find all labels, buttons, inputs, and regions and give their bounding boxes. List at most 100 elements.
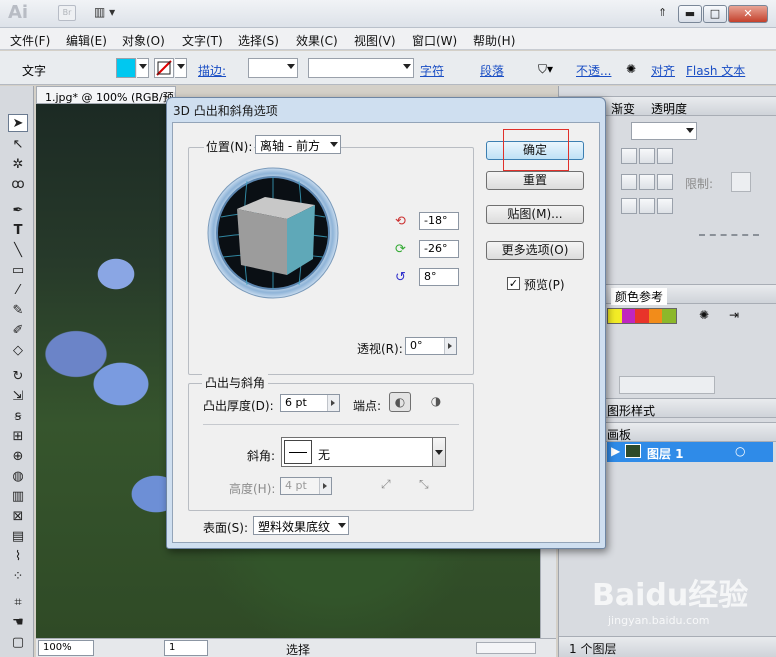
menu-effect[interactable]: 效果(C) (296, 32, 338, 49)
depth-field[interactable]: 6 pt (280, 394, 340, 412)
rectangle-tool-icon[interactable]: ▭ (8, 262, 28, 280)
selection-tool-icon[interactable]: ➤ (8, 114, 28, 132)
minimize-button[interactable]: ▬ (678, 5, 702, 23)
pen-tool-icon[interactable]: ✒ (8, 202, 28, 220)
distribute-icon[interactable] (621, 174, 637, 190)
maximize-button[interactable]: □ (703, 5, 727, 23)
tab-graphic-styles[interactable]: 图形样式 (607, 402, 655, 419)
bridge-button[interactable]: Br (58, 5, 76, 21)
tab-color-guide[interactable]: 颜色参考 (611, 288, 668, 305)
menu-select[interactable]: 选择(S) (238, 32, 279, 49)
layer-target-icon[interactable]: ○ (735, 444, 745, 458)
align-right-icon[interactable] (657, 148, 673, 164)
stroke-link[interactable]: 描边: (198, 62, 226, 79)
symbol-sprayer-icon[interactable]: ◍ (8, 468, 28, 486)
close-button[interactable]: ✕ (728, 5, 768, 23)
align-left-icon[interactable] (621, 148, 637, 164)
position-select[interactable]: 离轴 - 前方 (255, 135, 341, 154)
graph-tool-icon[interactable]: ▥ (8, 488, 28, 506)
menu-edit[interactable]: 编辑(E) (66, 32, 107, 49)
stroke-dropdown[interactable] (175, 58, 187, 78)
preview-label[interactable]: 预览(P) (524, 276, 565, 293)
align-center-icon[interactable] (639, 148, 655, 164)
swatch[interactable] (648, 309, 663, 323)
collapse-icon[interactable]: ⇑ (658, 6, 667, 19)
scale-icon[interactable]: ⇲ (8, 388, 28, 406)
opacity-link[interactable]: 不透... (576, 62, 611, 79)
layer-expand-icon[interactable]: ▶ (611, 444, 620, 458)
free-transform-icon[interactable]: ⊞ (8, 428, 28, 446)
preview-checkbox[interactable]: ✓ (507, 277, 520, 290)
stroke-swatch[interactable] (154, 58, 174, 78)
layer-name[interactable]: 图层 1 (647, 445, 684, 462)
character-link[interactable]: 字符 (420, 62, 444, 79)
lasso-icon[interactable]: ꝏ (8, 176, 28, 194)
transform-icon[interactable]: ⛉▾ (538, 62, 553, 77)
rotate-z-field[interactable]: 8° (419, 268, 459, 286)
pencil-icon[interactable]: ✎ (8, 302, 28, 320)
swatch[interactable] (608, 309, 622, 323)
corner-icon[interactable] (639, 198, 655, 214)
horizontal-scrollbar[interactable] (476, 642, 536, 654)
eraser-icon[interactable]: ◇ (8, 342, 28, 360)
bevel-select[interactable]: 无 (281, 437, 446, 467)
panel-dropdown[interactable] (631, 122, 697, 140)
layer-row[interactable]: ▶ 图层 1 ○ (607, 442, 773, 462)
document-tab[interactable]: 1.jpg* @ 100% (RGB/预览) (36, 86, 176, 104)
corner-icon[interactable] (621, 198, 637, 214)
swatch[interactable] (635, 309, 649, 323)
gradient-icon[interactable]: ▤ (8, 528, 28, 546)
fill-swatch[interactable] (116, 58, 136, 78)
distribute-icon[interactable] (639, 174, 655, 190)
swatch[interactable] (662, 309, 676, 323)
harmony-icon[interactable]: ✺ (699, 308, 709, 322)
distribute-icon[interactable] (657, 174, 673, 190)
menu-file[interactable]: 文件(F) (10, 32, 50, 49)
menu-window[interactable]: 窗口(W) (412, 32, 457, 49)
cap-on-button[interactable]: ◐ (389, 392, 411, 412)
shape-builder-icon[interactable]: ⊕ (8, 448, 28, 466)
flash-text-link[interactable]: Flash 文本 (686, 62, 745, 79)
warp-icon[interactable]: ꞩ (8, 408, 28, 426)
blend-icon[interactable]: ⁘ (8, 568, 28, 586)
rotate-x-field[interactable]: -18° (419, 212, 459, 230)
perspective-field[interactable]: 0° (405, 337, 457, 355)
font-family-field[interactable] (308, 58, 414, 78)
menu-type[interactable]: 文字(T) (182, 32, 223, 49)
surface-select[interactable]: 塑料效果底纹 (253, 516, 349, 535)
swatch[interactable] (621, 309, 636, 323)
paintbrush-icon[interactable]: ⁄ (8, 282, 28, 300)
bevel-dropdown[interactable] (432, 437, 446, 467)
menu-help[interactable]: 帮助(H) (473, 32, 515, 49)
tab-transparency[interactable]: 透明度 (651, 100, 687, 117)
map-art-button[interactable]: 贴图(M)... (486, 205, 584, 224)
tab-layers[interactable]: 画板 (607, 426, 631, 443)
arrange-documents-button[interactable]: ▥ ▾ (94, 5, 124, 21)
line-tool-icon[interactable]: ╲ (8, 242, 28, 260)
recolor-icon[interactable]: ✺ (626, 62, 636, 76)
corner-icon[interactable] (657, 198, 673, 214)
rotate-y-field[interactable]: -26° (419, 240, 459, 258)
slice-icon[interactable]: ⌗ (8, 594, 28, 612)
3d-track-cube[interactable] (207, 167, 339, 299)
fill-dropdown[interactable] (137, 58, 149, 78)
paragraph-link[interactable]: 段落 (480, 62, 504, 79)
magic-wand-icon[interactable]: ✲ (8, 156, 28, 174)
more-options-button[interactable]: 更多选项(O) (486, 241, 584, 260)
hand-tool-icon[interactable]: ☚ (8, 614, 28, 632)
cap-off-button[interactable]: ◑ (425, 392, 447, 412)
new-swatch-icon[interactable]: ⇥ (729, 308, 739, 322)
zoom-field[interactable]: 100% (38, 640, 94, 656)
artboard-tool-icon[interactable]: ▢ (8, 634, 28, 652)
type-tool-icon[interactable]: T (8, 222, 28, 240)
color-guide-swatches[interactable] (607, 308, 677, 324)
menu-object[interactable]: 对象(O) (122, 32, 165, 49)
direct-selection-tool-icon[interactable]: ↖ (8, 136, 28, 154)
stroke-weight-field[interactable] (248, 58, 298, 78)
rotate-icon[interactable]: ↻ (8, 368, 28, 386)
eyedropper-icon[interactable]: ⌇ (8, 548, 28, 566)
limit-field[interactable] (731, 172, 751, 192)
mesh-icon[interactable]: ⊠ (8, 508, 28, 526)
align-link[interactable]: 对齐 (651, 62, 675, 79)
blob-brush-icon[interactable]: ✐ (8, 322, 28, 340)
